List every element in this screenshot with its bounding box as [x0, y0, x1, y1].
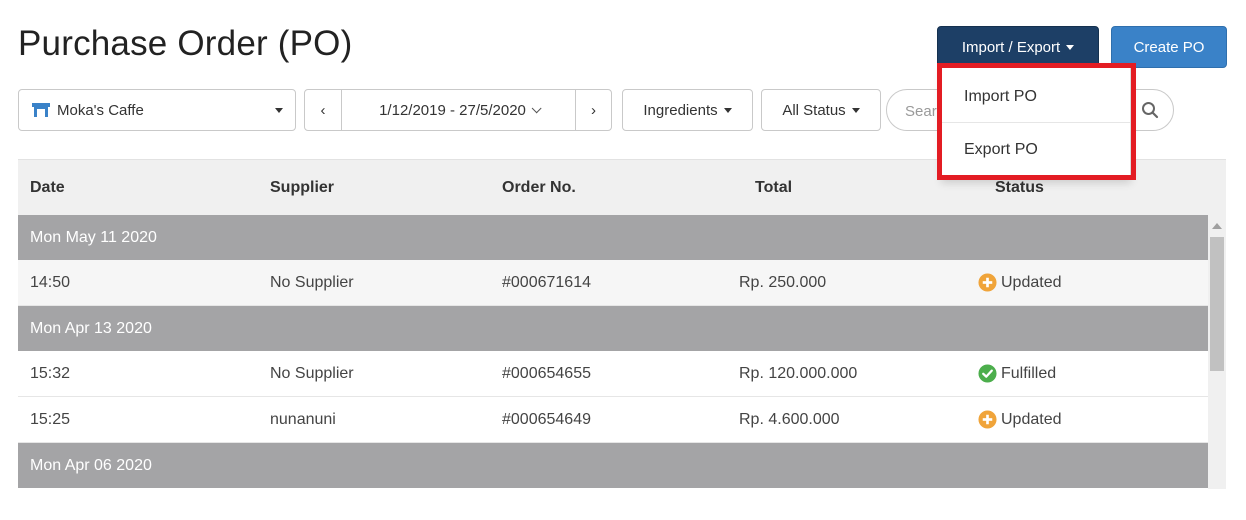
status-filter-label: All Status — [782, 101, 846, 119]
cell-status: Updated — [978, 260, 1062, 305]
date-group-row: Mon Apr 06 2020 — [18, 443, 1208, 488]
caret-down-icon — [723, 107, 732, 113]
cell-supplier: No Supplier — [270, 364, 354, 382]
table-scrollbar[interactable] — [1208, 215, 1226, 489]
cell-order-no: #000654649 — [502, 410, 591, 428]
import-export-button[interactable]: Import / Export — [937, 26, 1099, 68]
cell-time: 15:25 — [30, 410, 71, 428]
cell-supplier: No Supplier — [270, 273, 354, 291]
outlet-label: Moka's Caffe — [57, 101, 144, 119]
plus-circle-icon — [978, 273, 997, 292]
chevron-left-icon: ‹ — [320, 101, 326, 119]
date-range-button[interactable]: 1/12/2019 - 27/5/2020 — [341, 89, 576, 131]
caret-down-icon — [851, 107, 860, 113]
import-export-menu: Import PO Export PO — [941, 66, 1131, 180]
status-label: Updated — [1001, 273, 1062, 291]
outlet-select[interactable]: Moka's Caffe — [18, 89, 296, 131]
cell-order-no: #000671614 — [502, 273, 591, 291]
column-header-order-no[interactable]: Order No. — [502, 160, 576, 216]
date-range-picker: ‹ 1/12/2019 - 27/5/2020 › — [304, 89, 612, 131]
column-header-supplier[interactable]: Supplier — [270, 160, 334, 216]
chevron-down-icon — [531, 102, 542, 113]
cell-total: Rp. 120.000.000 — [739, 364, 858, 382]
create-po-button[interactable]: Create PO — [1111, 26, 1227, 68]
menu-item-export-po[interactable]: Export PO — [942, 124, 1130, 176]
caret-down-icon — [1066, 44, 1075, 50]
group-date: Mon May 11 2020 — [30, 228, 157, 246]
plus-circle-icon — [978, 410, 997, 429]
create-po-label: Create PO — [1133, 38, 1205, 56]
status-label: Updated — [1001, 410, 1062, 428]
date-range-label: 1/12/2019 - 27/5/2020 — [379, 101, 526, 119]
cell-total: Rp. 250.000 — [739, 273, 827, 291]
group-date: Mon Apr 13 2020 — [30, 319, 152, 337]
page-title: Purchase Order (PO) — [18, 24, 353, 63]
cell-time: 15:32 — [30, 364, 71, 382]
table-row[interactable]: 15:32 No Supplier #000654655 Rp. 120.000… — [18, 351, 1208, 397]
po-table: Date Supplier Order No. Total Status Mon… — [18, 159, 1226, 489]
table-row[interactable]: 15:25 nunanuni #000654649 Rp. 4.600.000 … — [18, 397, 1208, 443]
category-label: Ingredients — [643, 101, 718, 119]
search-icon[interactable] — [1141, 101, 1159, 119]
date-prev-button[interactable]: ‹ — [304, 89, 342, 131]
status-filter[interactable]: All Status — [761, 89, 881, 131]
cell-order-no: #000654655 — [502, 364, 591, 382]
cell-supplier: nunanuni — [270, 410, 336, 428]
store-icon — [32, 103, 50, 117]
category-filter[interactable]: Ingredients — [622, 89, 753, 131]
date-group-row: Mon May 11 2020 — [18, 215, 1208, 260]
cell-total: Rp. 4.600.000 — [739, 410, 840, 428]
table-body: Mon May 11 2020 14:50 No Supplier #00067… — [18, 215, 1208, 488]
caret-down-icon — [275, 107, 283, 113]
import-export-label: Import / Export — [961, 38, 1061, 56]
cell-status: Fulfilled — [978, 351, 1056, 396]
scroll-thumb[interactable] — [1210, 237, 1224, 371]
column-header-total[interactable]: Total — [755, 160, 792, 216]
chevron-right-icon: › — [591, 101, 597, 119]
cell-status: Updated — [978, 397, 1062, 442]
scroll-up-arrow-icon[interactable] — [1212, 223, 1222, 229]
group-date: Mon Apr 06 2020 — [30, 456, 152, 474]
date-next-button[interactable]: › — [575, 89, 612, 131]
date-group-row: Mon Apr 13 2020 — [18, 306, 1208, 351]
cell-time: 14:50 — [30, 273, 71, 291]
status-label: Fulfilled — [1001, 364, 1057, 382]
table-row[interactable]: 14:50 No Supplier #000671614 Rp. 250.000… — [18, 260, 1208, 306]
menu-item-import-po[interactable]: Import PO — [942, 71, 1130, 123]
check-circle-icon — [978, 364, 997, 383]
column-header-date[interactable]: Date — [30, 160, 65, 216]
